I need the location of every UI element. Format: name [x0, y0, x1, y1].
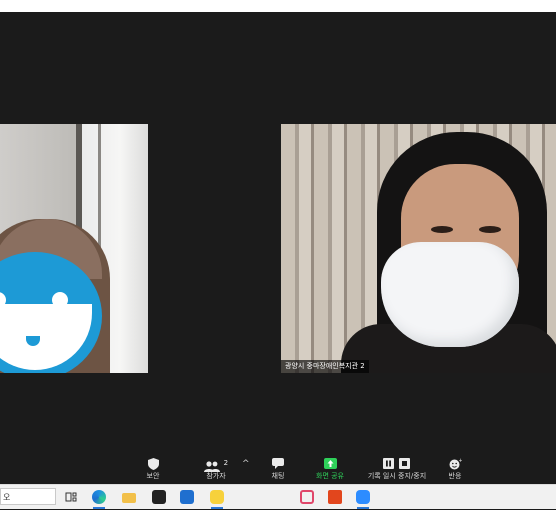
- chat-icon: [248, 455, 308, 471]
- window-top-edge: [0, 0, 556, 12]
- file-explorer-icon[interactable]: [120, 488, 138, 506]
- share-screen-button[interactable]: 화면 공유: [300, 455, 360, 481]
- app-icon[interactable]: [298, 488, 316, 506]
- chat-label: 채팅: [271, 472, 285, 480]
- edge-browser-icon[interactable]: [90, 488, 108, 509]
- kakaotalk-icon[interactable]: [208, 488, 226, 509]
- reactions-label: 반응: [448, 472, 462, 480]
- participant-name-label: 광양시 중마장애인복지관 2: [281, 360, 369, 373]
- mail-icon[interactable]: [178, 488, 196, 506]
- store-glyph: [152, 490, 166, 504]
- security-label: 보안: [146, 472, 160, 480]
- zoom-glyph: [356, 490, 370, 504]
- reaction-icon: +: [425, 455, 485, 471]
- reactions-button[interactable]: + 반응: [425, 455, 485, 481]
- meeting-stage: 광양시 중마장애인복지관 2: [0, 12, 556, 452]
- office-glyph: [328, 490, 342, 504]
- share-screen-label: 화면 공유: [316, 472, 344, 480]
- people-icon: [203, 459, 224, 473]
- share-screen-icon: [300, 455, 360, 471]
- sticker-face: [0, 304, 92, 370]
- folder-glyph: [122, 493, 136, 503]
- zoom-app-icon[interactable]: [354, 488, 372, 509]
- store-icon[interactable]: [150, 488, 168, 506]
- mail-glyph: [180, 490, 194, 504]
- sticker-eye: [52, 292, 68, 308]
- participant-eye: [479, 226, 501, 233]
- participants-label: 참가자: [206, 472, 226, 480]
- face-mask: [381, 242, 519, 347]
- meeting-controls-bar: 보안 2 참가자 ^ 채팅 화면 공유 기록 일시 중지/중지 + 반응: [0, 452, 556, 484]
- office-icon[interactable]: [326, 488, 344, 506]
- task-view-icon[interactable]: [62, 488, 80, 506]
- security-button[interactable]: 보안: [123, 455, 183, 481]
- participants-button[interactable]: 2 참가자: [186, 455, 246, 481]
- participant-count: 2: [223, 459, 229, 467]
- video-tile-participant-1[interactable]: [0, 124, 148, 373]
- participant-eye: [431, 226, 453, 233]
- app-glyph: [300, 490, 314, 504]
- taskbar-search-box[interactable]: 오: [0, 488, 56, 505]
- shield-icon: [123, 455, 183, 471]
- windows-taskbar: 오: [0, 484, 556, 509]
- video-tile-participant-2[interactable]: 광양시 중마장애인복지관 2: [281, 124, 556, 373]
- edge-glyph: [92, 490, 106, 504]
- chat-button[interactable]: 채팅: [248, 455, 308, 481]
- svg-text:+: +: [458, 458, 462, 464]
- participants-icon-wrap: 2: [186, 455, 246, 473]
- kakaotalk-glyph: [210, 490, 224, 504]
- record-label: 기록 일시 중지/중지: [367, 472, 427, 480]
